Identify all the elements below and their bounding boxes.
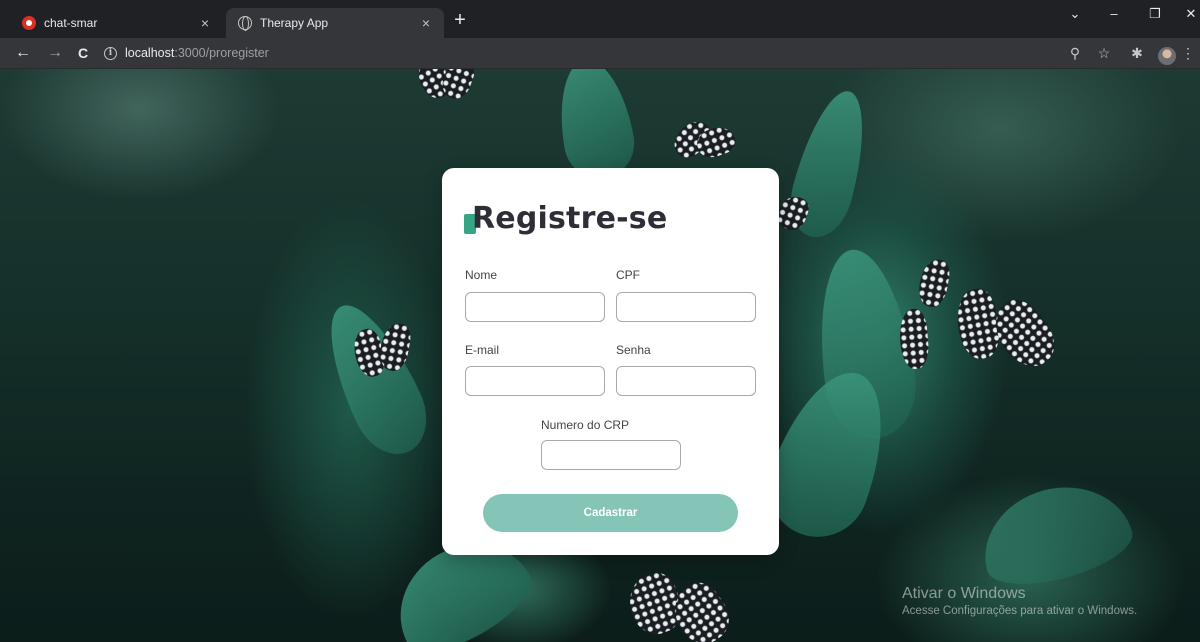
globe-icon (238, 16, 252, 31)
senha-input[interactable] (616, 366, 756, 396)
info-icon[interactable]: i (104, 46, 117, 60)
menu-dots-icon[interactable]: ⋮ (1181, 43, 1195, 65)
butterfly-decoration (897, 249, 1070, 399)
butterfly-decoration (620, 567, 739, 642)
tab-title: chat-smar (44, 16, 98, 30)
cadastrar-button[interactable]: Cadastrar (483, 494, 738, 532)
email-input[interactable] (465, 366, 605, 396)
nome-input[interactable] (465, 292, 605, 322)
plus-icon[interactable]: + (448, 9, 472, 33)
url-path: :3000/proregister (174, 46, 269, 60)
browser-toolbar: ← → C i localhost:3000/proregister ⚲ ☆ ✱… (0, 38, 1200, 69)
butterfly-decoration (349, 319, 415, 399)
butterfly-decoration (411, 69, 480, 139)
puzzle-icon[interactable]: ✱ (1126, 43, 1148, 65)
forward-arrow-icon[interactable]: → (44, 42, 66, 64)
page-background: Registre-se Nome CPF E-mail Senha Numero… (0, 69, 1200, 642)
reload-icon[interactable]: C (72, 42, 94, 64)
back-arrow-icon[interactable]: ← (12, 42, 34, 64)
star-icon[interactable]: ☆ (1093, 43, 1115, 65)
close-icon[interactable]: × (195, 15, 215, 31)
tab-chat-smar[interactable]: chat-smar × (8, 8, 223, 38)
cpf-input[interactable] (616, 292, 756, 322)
url-host: localhost (125, 46, 175, 60)
profile-avatar[interactable] (1158, 47, 1176, 65)
window-close-button[interactable]: ✕ (1176, 6, 1200, 22)
zoom-icon[interactable]: ⚲ (1064, 43, 1086, 65)
app-favicon-icon (22, 16, 36, 30)
register-card: Registre-se Nome CPF E-mail Senha Numero… (442, 168, 779, 555)
tab-search-chevron-icon[interactable]: ⌄ (1060, 6, 1090, 22)
tab-title: Therapy App (260, 16, 329, 30)
close-icon[interactable]: × (416, 15, 436, 31)
crp-input[interactable] (541, 440, 681, 470)
email-label: E-mail (465, 343, 500, 357)
tab-therapy-app[interactable]: Therapy App × (226, 8, 444, 38)
butterfly-decoration (774, 192, 815, 239)
nome-label: Nome (465, 268, 498, 282)
leaf-decoration (550, 69, 640, 185)
senha-label: Senha (616, 343, 651, 357)
leaf-decoration (970, 471, 1140, 597)
minimize-button[interactable]: – (1099, 6, 1129, 21)
address-bar[interactable]: i localhost:3000/proregister (104, 41, 1084, 65)
tab-strip: chat-smar × Therapy App × + ⌄ – ❐ ✕ (0, 0, 1200, 38)
page-title: Registre-se (472, 201, 668, 236)
cpf-label: CPF (616, 268, 640, 282)
restore-button[interactable]: ❐ (1140, 6, 1170, 22)
crp-label: Numero do CRP (541, 418, 630, 432)
